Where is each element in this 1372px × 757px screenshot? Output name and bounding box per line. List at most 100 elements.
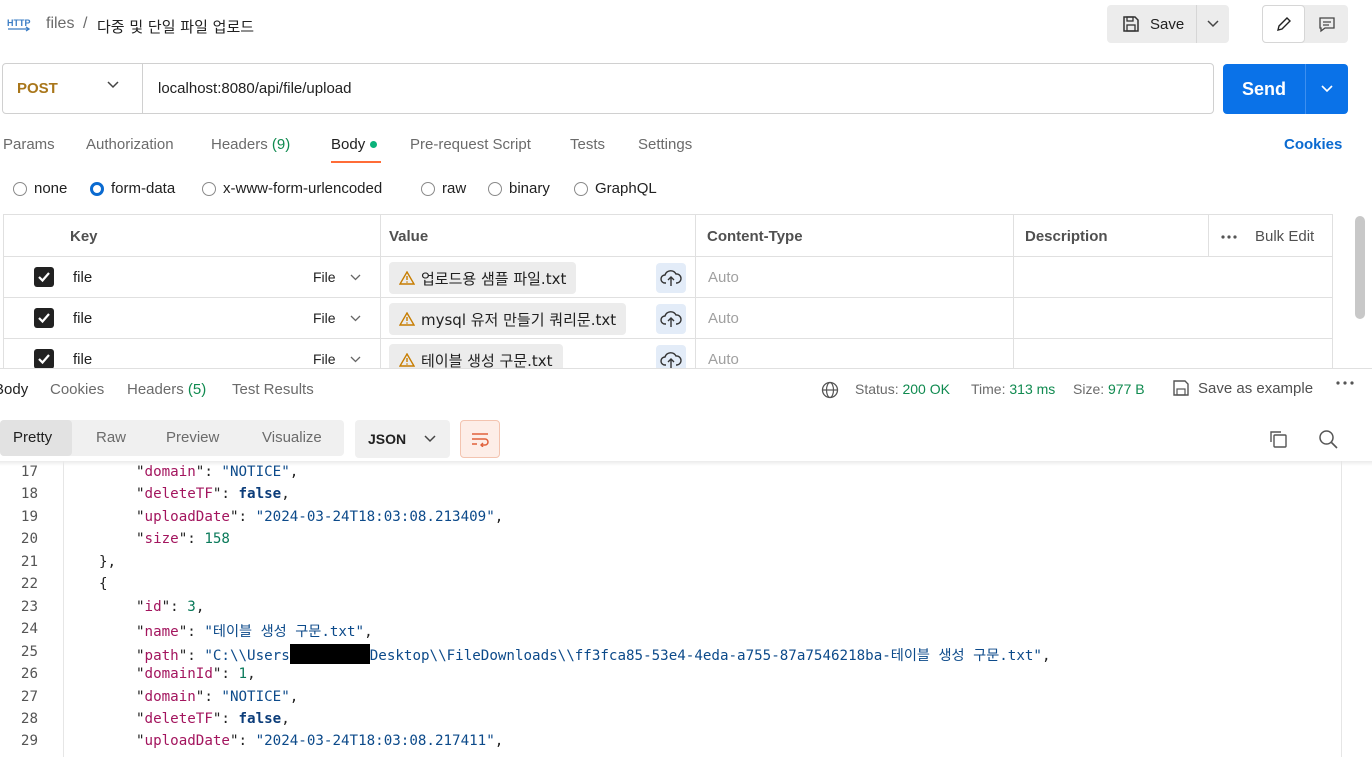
content-type-cell[interactable]: Auto (708, 269, 739, 286)
word-wrap-button[interactable] (460, 420, 500, 458)
tab-authorization[interactable]: Authorization (86, 136, 174, 153)
view-mode-tabs: Pretty Raw Preview Visualize (0, 420, 344, 456)
status-label: Status: (855, 381, 899, 397)
breadcrumb-separator: / (83, 15, 88, 32)
line-number: 23 (20, 598, 38, 615)
scrollbar[interactable] (1355, 216, 1365, 319)
code-line: "size": 158 (136, 531, 230, 548)
tab-response-headers[interactable]: Headers (5) (127, 381, 206, 398)
chevron-down-icon (1321, 85, 1333, 93)
code-right-border (1341, 461, 1342, 757)
json-boolean-value: false (238, 486, 282, 503)
radio-raw[interactable]: raw (421, 180, 466, 197)
type-select[interactable]: File (313, 269, 361, 285)
json-number-value: 1 (238, 666, 248, 683)
response-code-view[interactable]: 17 "domain": "NOTICE", 18 "deleteTF": false… (0, 461, 1342, 757)
json-punctuation: , (281, 486, 290, 503)
tab-response-headers-label: Headers (127, 381, 184, 398)
check-icon (38, 313, 50, 324)
json-punctuation: , (494, 733, 504, 750)
radio-binary[interactable]: binary (488, 180, 550, 197)
radio-graphql[interactable]: GraphQL (574, 180, 657, 197)
key-cell[interactable]: file (73, 269, 92, 286)
file-chip[interactable]: 테이블 생성 구문.txt (389, 344, 563, 368)
method-label: POST (17, 80, 58, 97)
type-label: File (313, 310, 336, 326)
json-key: domain (144, 464, 196, 480)
view-raw[interactable]: Raw (96, 429, 126, 446)
response-headers-count: (5) (187, 381, 207, 398)
more-horizontal-icon[interactable] (1221, 234, 1237, 239)
type-select[interactable]: File (313, 351, 361, 367)
row-checkbox[interactable] (34, 349, 54, 368)
save-icon (1173, 380, 1189, 396)
copy-icon[interactable] (1268, 429, 1288, 449)
edit-button[interactable] (1262, 5, 1305, 43)
globe-icon[interactable] (821, 381, 839, 399)
content-type-cell[interactable]: Auto (708, 310, 739, 327)
file-name: 업로드용 샘플 파일.txt (421, 269, 567, 288)
redaction-box (289, 643, 370, 664)
cookies-link[interactable]: Cookies (1284, 136, 1342, 153)
response-tabs-bar: Body Cookies Headers (5) Test Results St… (0, 368, 1372, 410)
tab-response-cookies[interactable]: Cookies (50, 381, 104, 398)
upload-to-cloud-button[interactable] (656, 304, 686, 334)
tab-body[interactable]: Body (331, 136, 378, 153)
radio-none[interactable]: none (13, 180, 67, 197)
file-chip[interactable]: mysql 유저 만들기 쿼리문.txt (389, 303, 627, 335)
time-info[interactable]: Time: 313 ms (971, 381, 1055, 397)
save-as-example-button[interactable]: Save as example (1172, 379, 1313, 397)
send-button[interactable]: Send (1223, 64, 1306, 114)
status-info[interactable]: Status: 200 OK (855, 381, 950, 397)
json-key: domain (144, 688, 196, 705)
json-key: deleteTF (144, 710, 213, 727)
row-checkbox[interactable] (34, 308, 54, 328)
request-title[interactable]: 다중 및 단일 파일 업로드 (97, 16, 254, 37)
radio-label: raw (442, 180, 467, 197)
radio-x-www-form-urlencoded[interactable]: x-www-form-urlencoded (202, 180, 382, 197)
tab-pre-request-script[interactable]: Pre-request Script (410, 136, 531, 153)
line-number: 27 (20, 688, 38, 705)
radio-form-data[interactable]: form-data (90, 180, 175, 197)
upload-to-cloud-button[interactable] (656, 263, 686, 293)
url-input[interactable] (143, 65, 1213, 112)
breadcrumb-parent[interactable]: files (46, 15, 74, 33)
search-icon[interactable] (1318, 429, 1338, 449)
method-select[interactable]: POST (3, 64, 143, 113)
row-checkbox[interactable] (34, 267, 54, 287)
tab-test-results[interactable]: Test Results (232, 381, 314, 398)
key-cell[interactable]: file (73, 310, 92, 327)
save-options-button[interactable] (1197, 5, 1229, 43)
key-cell[interactable]: file (73, 351, 92, 368)
type-select[interactable]: File (313, 310, 361, 326)
view-preview[interactable]: Preview (166, 429, 219, 446)
size-info[interactable]: Size: 977 B (1073, 381, 1145, 397)
time-label: Time: (971, 381, 1006, 397)
tab-settings[interactable]: Settings (638, 136, 692, 153)
view-visualize[interactable]: Visualize (262, 429, 322, 446)
save-button[interactable]: Save (1107, 5, 1197, 43)
format-select[interactable]: JSON (355, 420, 450, 458)
upload-to-cloud-button[interactable] (656, 345, 686, 368)
json-string-value: 2024-03-24T18:03:08.217411 (264, 733, 487, 750)
chevron-down-icon (350, 315, 361, 321)
code-line: }, (99, 554, 116, 570)
content-type-cell[interactable]: Auto (708, 351, 739, 368)
chevron-down-icon (350, 356, 361, 362)
line-number: 22 (20, 576, 38, 593)
table-row: file File mysql 유저 만들기 쿼리문.txt Auto (3, 298, 1333, 339)
view-pretty[interactable]: Pretty (13, 429, 52, 446)
tab-tests[interactable]: Tests (570, 136, 605, 153)
file-chip[interactable]: 업로드용 샘플 파일.txt (389, 262, 577, 294)
tab-params[interactable]: Params (3, 136, 55, 153)
bulk-edit-link[interactable]: Bulk Edit (1255, 228, 1314, 245)
tab-response-body[interactable]: Body (0, 381, 28, 398)
tab-headers[interactable]: Headers (9) (211, 136, 290, 153)
json-string-value: C:\\Users (212, 647, 290, 664)
radio-label: form-data (111, 180, 176, 197)
json-key: uploadDate (144, 733, 230, 750)
send-options-button[interactable] (1306, 64, 1348, 114)
more-horizontal-icon[interactable] (1336, 381, 1354, 385)
comments-button[interactable] (1305, 5, 1348, 43)
radio-label: GraphQL (595, 180, 657, 197)
